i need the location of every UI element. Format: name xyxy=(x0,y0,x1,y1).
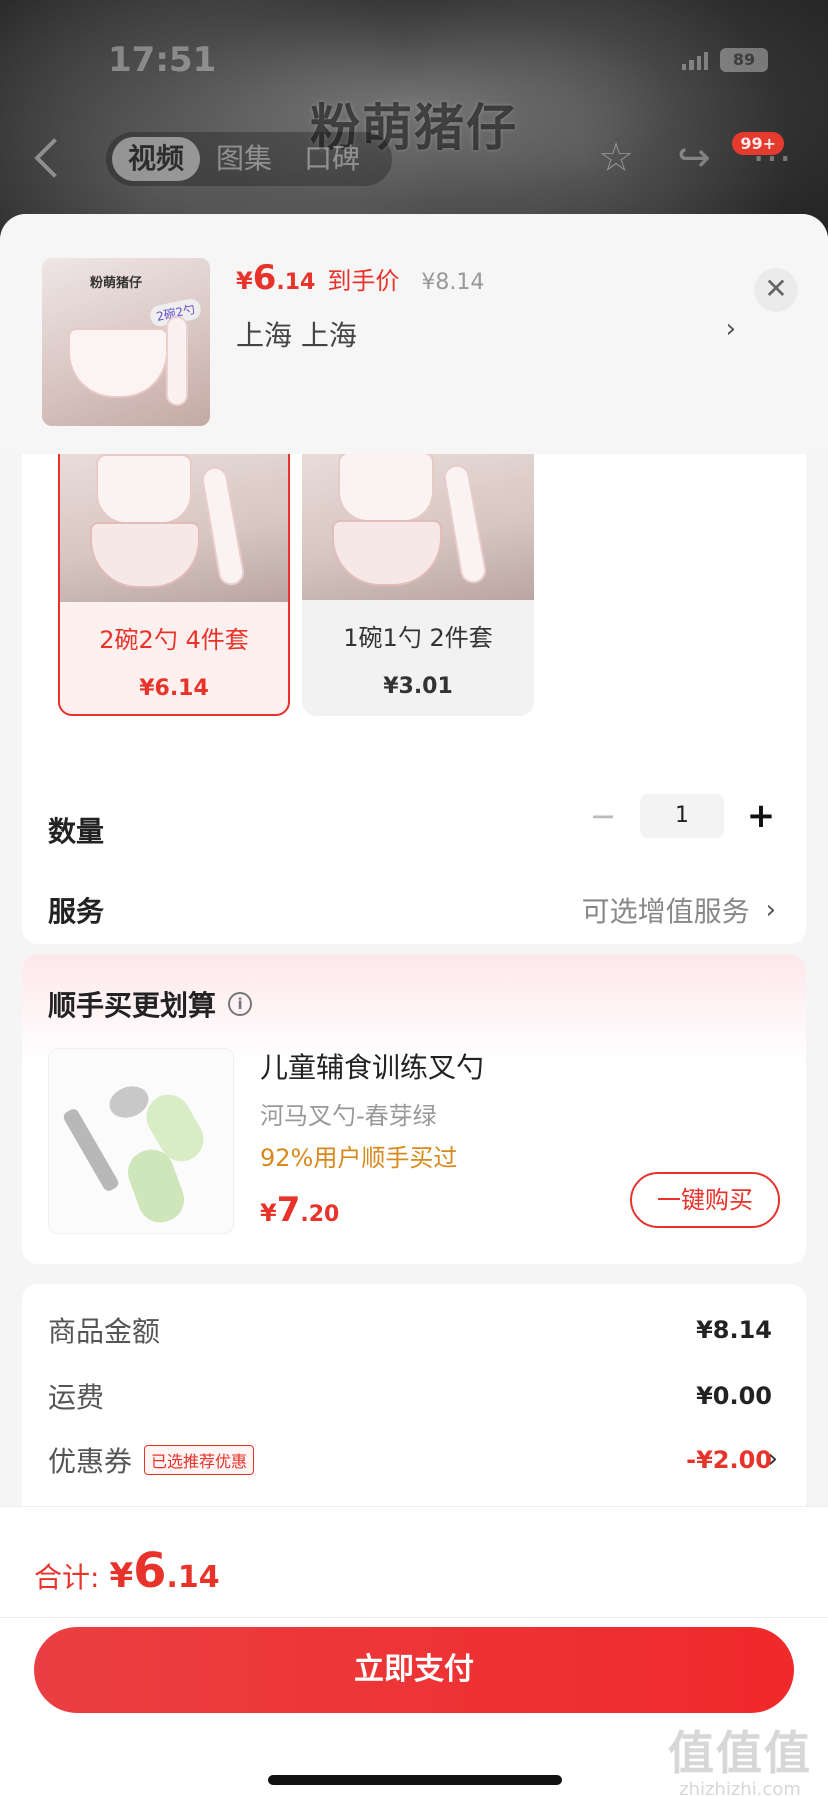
shipping-value: ¥0.00 xyxy=(696,1382,772,1410)
addon-variant: 河马叉勺-春芽绿 xyxy=(260,1102,437,1130)
coupon-label: 优惠券 已选推荐优惠 xyxy=(48,1440,255,1480)
chevron-right-icon: › xyxy=(765,895,776,925)
tab-video[interactable]: 视频 xyxy=(112,137,201,181)
close-button[interactable]: ✕ xyxy=(754,268,798,312)
addon-stat: 92%用户顺手买过 xyxy=(260,1144,458,1172)
addon-product-image[interactable] xyxy=(48,1048,234,1234)
sku-image xyxy=(302,434,534,600)
battery-icon: 89 xyxy=(720,48,768,72)
coupon-value: -¥2.00 xyxy=(686,1446,772,1474)
quantity-input[interactable]: 1 xyxy=(640,794,724,838)
order-total: 合计: ¥6.14 xyxy=(34,1543,220,1599)
sheet-header: 粉萌猪仔 2碗2勺 ¥6.14 到手价 ¥8.14 上海 上海 › ✕ xyxy=(0,214,828,454)
media-tabs: 视频 图集 口碑 xyxy=(106,132,392,186)
final-price-note: 到手价 xyxy=(327,267,400,295)
quantity-label: 数量 xyxy=(48,815,105,848)
tab-reviews[interactable]: 口碑 xyxy=(288,137,376,181)
price-line: ¥6.14 到手价 ¥8.14 xyxy=(236,258,484,298)
coupon-row[interactable]: 优惠券 已选推荐优惠 -¥2.00 xyxy=(48,1440,772,1480)
sku-name: 1碗1勺 2件套 xyxy=(343,624,493,652)
status-bar: 17:51 89 xyxy=(0,40,828,80)
service-selector[interactable]: 可选增值服务 › xyxy=(582,890,776,930)
one-click-buy-button[interactable]: 一键购买 xyxy=(630,1172,780,1228)
addon-title: 顺手买更划算 i xyxy=(48,984,253,1024)
sku-option-4-piece[interactable]: 2碗2勺 4件套 ¥6.14 xyxy=(58,434,290,716)
status-icons: 89 xyxy=(682,48,768,72)
goods-amount-value: ¥8.14 xyxy=(696,1316,772,1344)
location-text: 上海 上海 xyxy=(236,319,357,352)
quantity-plus-button[interactable]: + xyxy=(746,796,776,836)
checkout-footer: 合计: ¥6.14 立即支付 值值值 zhizhizhi.com xyxy=(0,1506,828,1796)
addon-price: ¥7.20 xyxy=(260,1190,340,1230)
pay-now-button[interactable]: 立即支付 xyxy=(34,1627,794,1713)
share-icon[interactable]: ↪ xyxy=(672,136,716,180)
addon-product-name[interactable]: 儿童辅食训练叉勺 xyxy=(260,1046,484,1086)
goods-amount-label: 商品金额 xyxy=(48,1315,161,1348)
info-icon[interactable]: i xyxy=(228,992,253,1016)
tab-gallery[interactable]: 图集 xyxy=(200,137,288,181)
chevron-right-icon: › xyxy=(725,314,736,344)
thumbnail-label: 粉萌猪仔 xyxy=(90,276,143,291)
addon-card: 顺手买更划算 i 儿童辅食训练叉勺 河马叉勺-春芽绿 92%用户顺手买过 ¥7.… xyxy=(22,954,806,1264)
product-thumbnail[interactable]: 粉萌猪仔 2碗2勺 xyxy=(42,258,210,426)
nav-actions: ☆ ↪ ⋯ 99+ xyxy=(594,132,794,180)
chevron-right-icon[interactable]: › xyxy=(768,1444,778,1474)
original-price: ¥8.14 xyxy=(421,270,485,295)
star-icon[interactable]: ☆ xyxy=(594,136,638,180)
background-nav: 视频 图集 口碑 ☆ ↪ ⋯ 99+ xyxy=(0,130,828,186)
sku-option-2-piece[interactable]: 1碗1勺 2件套 ¥3.01 xyxy=(302,434,534,716)
site-watermark: 值值值 zhizhizhi.com xyxy=(668,1726,812,1796)
total-label: 合计: xyxy=(34,1561,100,1594)
sku-image xyxy=(60,436,288,602)
quantity-stepper: − 1 + xyxy=(588,794,776,838)
sku-name: 2碗2勺 4件套 xyxy=(99,626,249,654)
signal-icon xyxy=(682,50,708,70)
home-indicator[interactable] xyxy=(268,1775,562,1785)
order-summary: 商品金额 ¥8.14 运费 ¥0.00 优惠券 已选推荐优惠 -¥2.00 › xyxy=(22,1284,806,1524)
coupon-tag: 已选推荐优惠 xyxy=(144,1445,255,1475)
shipping-row: 运费 ¥0.00 xyxy=(48,1376,772,1416)
sku-price: ¥3.01 xyxy=(383,674,453,699)
back-icon[interactable] xyxy=(34,138,74,178)
status-time: 17:51 xyxy=(108,40,217,80)
service-label: 服务 xyxy=(48,895,105,928)
notification-badge: 99+ xyxy=(732,132,784,155)
sku-price: ¥6.14 xyxy=(139,676,209,701)
shipping-label: 运费 xyxy=(48,1381,105,1414)
service-value: 可选增值服务 xyxy=(581,895,750,928)
quantity-minus-button[interactable]: − xyxy=(588,797,618,835)
goods-amount-row: 商品金额 ¥8.14 xyxy=(48,1310,772,1350)
final-price: ¥6.14 xyxy=(236,258,316,298)
delivery-location[interactable]: 上海 上海 › xyxy=(236,314,736,354)
